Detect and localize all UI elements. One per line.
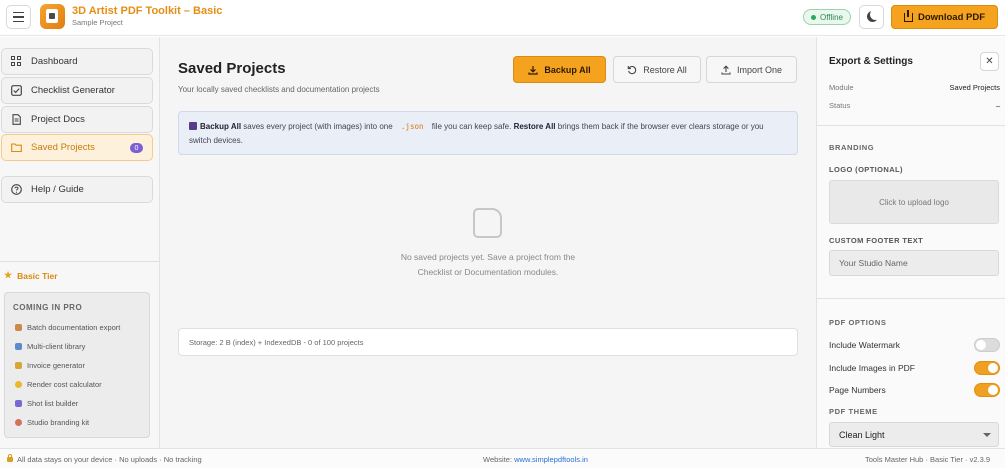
page-numbers-option: Page Numbers: [829, 383, 1000, 397]
app-title: 3D Artist PDF Toolkit – Basic: [72, 5, 223, 17]
sidebar: Dashboard Checklist Generator Project Do…: [0, 37, 160, 448]
watermark-option: Include Watermark: [829, 338, 1000, 352]
info-bold-backup: Backup All: [200, 122, 242, 131]
money-icon: [15, 362, 22, 369]
hamburger-icon: [13, 11, 24, 14]
grid-icon: [11, 56, 22, 67]
sidebar-item-label: Saved Projects: [31, 142, 95, 153]
pro-feature-item: Shot list builder: [15, 399, 78, 408]
top-bar: 3D Artist PDF Toolkit – Basic Sample Pro…: [0, 0, 1005, 36]
include-images-toggle[interactable]: [974, 361, 1000, 375]
watermark-toggle[interactable]: [974, 338, 1000, 352]
pro-title: COMING IN PRO: [13, 303, 83, 312]
pro-feature-item: Batch documentation export: [15, 323, 120, 332]
import-one-label: Import One: [736, 64, 783, 75]
pro-feature-item: Studio branding kit: [15, 418, 89, 427]
status-dot-icon: [811, 14, 816, 20]
sidebar-item-checklist-generator[interactable]: Checklist Generator: [1, 77, 153, 104]
panel-title: Export & Settings: [829, 56, 913, 67]
moon-icon: [867, 11, 878, 22]
theme-toggle-button[interactable]: [859, 5, 884, 29]
page-title: Saved Projects: [178, 60, 286, 77]
pro-feature-item: Render cost calculator: [15, 380, 102, 389]
sidebar-item-label: Project Docs: [31, 114, 85, 125]
import-one-button[interactable]: Import One: [706, 56, 797, 83]
close-panel-button[interactable]: ✕: [980, 52, 999, 71]
version-info: Tools Master Hub · Basic Tier · v2.3.9: [865, 455, 991, 464]
pro-feature-item: Multi-client library: [15, 342, 85, 351]
clapper-icon: [15, 400, 22, 407]
chevron-down-icon: [983, 433, 991, 437]
project-name: Sample Project: [72, 18, 123, 27]
main-content: Saved Projects Your locally saved checkl…: [160, 37, 816, 448]
checkbox-icon: [11, 85, 22, 96]
close-icon: ✕: [985, 56, 994, 67]
books-icon: [15, 343, 22, 350]
website-note: Website: www.simplepdftools.in: [483, 455, 588, 464]
footer-text-label: CUSTOM FOOTER TEXT: [829, 236, 924, 245]
export-settings-panel: Export & Settings ✕ Module Saved Project…: [816, 37, 1005, 448]
page-numbers-toggle[interactable]: [974, 383, 1000, 397]
pdf-theme-label: PDF THEME: [829, 407, 878, 416]
branding-heading: BRANDING: [829, 143, 875, 152]
status-row: Status –: [829, 101, 1000, 110]
restore-all-button[interactable]: Restore All: [613, 56, 701, 83]
lock-icon: [7, 454, 13, 462]
footer: All data stays on your device · No uploa…: [0, 448, 1005, 468]
restore-all-label: Restore All: [643, 64, 687, 75]
privacy-note: All data stays on your device · No uploa…: [7, 454, 202, 464]
sidebar-item-help-guide[interactable]: Help / Guide: [1, 176, 153, 203]
status-badge-label: Offline: [820, 12, 843, 22]
folder-icon: [11, 142, 22, 153]
floppy-icon: [189, 122, 197, 130]
download-pdf-button[interactable]: Download PDF: [891, 5, 998, 29]
website-link[interactable]: www.simplepdftools.in: [514, 455, 588, 464]
tier-label: ★ Basic Tier: [4, 270, 58, 281]
download-icon: [528, 65, 539, 75]
sidebar-item-label: Dashboard: [31, 56, 78, 67]
status-badge: Offline: [803, 9, 851, 25]
sidebar-item-project-docs[interactable]: Project Docs: [1, 106, 153, 133]
download-icon: [903, 9, 913, 22]
empty-state-text: No saved projects yet. Save a project fr…: [400, 252, 576, 277]
bulb-icon: [15, 381, 22, 388]
info-box: Backup All saves every project (with ima…: [178, 111, 798, 155]
pro-feature-item: Invoice generator: [15, 361, 85, 370]
divider: [817, 125, 1005, 126]
logo-label: LOGO (OPTIONAL): [829, 165, 903, 174]
package-icon: [15, 324, 22, 331]
info-code: .json: [400, 122, 424, 131]
palette-icon: [15, 419, 22, 426]
sidebar-item-saved-projects[interactable]: Saved Projects 0: [1, 134, 153, 161]
logo-upload-area[interactable]: Click to upload logo: [829, 180, 999, 224]
star-icon: ★: [4, 270, 13, 280]
sidebar-item-dashboard[interactable]: Dashboard: [1, 48, 153, 75]
tier-label-text: Basic Tier: [17, 270, 58, 281]
coming-in-pro-box: COMING IN PRO Batch documentation export…: [4, 292, 150, 438]
module-row: Module Saved Projects: [829, 83, 1000, 92]
menu-button[interactable]: [6, 5, 31, 29]
upload-icon: [721, 64, 731, 75]
pdf-theme-value: Clean Light: [839, 429, 885, 440]
count-badge: 0: [130, 143, 143, 153]
help-icon: [11, 184, 22, 195]
sidebar-item-label: Checklist Generator: [31, 85, 115, 96]
pdf-theme-select[interactable]: Clean Light: [829, 422, 999, 447]
empty-document-icon: [473, 208, 502, 238]
page-subtitle: Your locally saved checklists and docume…: [178, 85, 380, 94]
images-option: Include Images in PDF: [829, 361, 1000, 375]
backup-all-label: Backup All: [544, 64, 591, 75]
info-bold-restore: Restore All: [513, 122, 556, 131]
storage-info: Storage: 2 B (index) + IndexedDB - 0 of …: [178, 328, 798, 356]
divider: [817, 298, 1005, 299]
pdf-options-heading: PDF OPTIONS: [829, 318, 887, 327]
footer-text-input[interactable]: [829, 250, 999, 276]
document-icon: [11, 114, 22, 125]
app-logo-icon: [40, 4, 65, 29]
sidebar-item-label: Help / Guide: [31, 184, 84, 195]
restore-icon: [627, 65, 637, 74]
download-pdf-label: Download PDF: [917, 11, 986, 23]
backup-all-button[interactable]: Backup All: [513, 56, 606, 83]
divider: [0, 261, 159, 262]
